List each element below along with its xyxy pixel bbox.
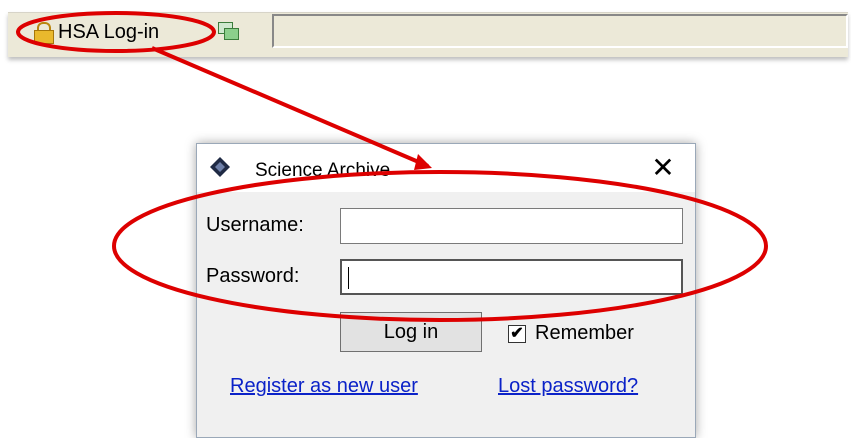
username-label: Username: [206,214,304,236]
windows-icon[interactable] [218,22,240,40]
lost-password-link[interactable]: Lost password? [498,375,638,398]
text-caret [348,267,349,289]
remember-checkbox[interactable]: ✔ [508,325,526,343]
hsa-login-button[interactable]: HSA Log-in [34,18,159,46]
status-field [272,14,848,48]
remember-label[interactable]: Remember [535,322,634,345]
username-input[interactable] [340,208,683,244]
science-archive-icon [210,157,230,177]
password-input[interactable] [340,259,683,295]
dialog-title: Science Archive [255,160,391,181]
science-archive-dialog: Science Archive ✕ Username: Password: Lo… [196,143,696,438]
login-button[interactable]: Log in [340,312,482,352]
register-link[interactable]: Register as new user [230,375,418,398]
dialog-titlebar[interactable]: Science Archive ✕ [197,144,695,192]
lock-icon [34,22,54,44]
close-icon[interactable]: ✕ [645,152,681,184]
hsa-login-label: HSA Log-in [58,20,160,43]
password-label: Password: [206,265,300,287]
